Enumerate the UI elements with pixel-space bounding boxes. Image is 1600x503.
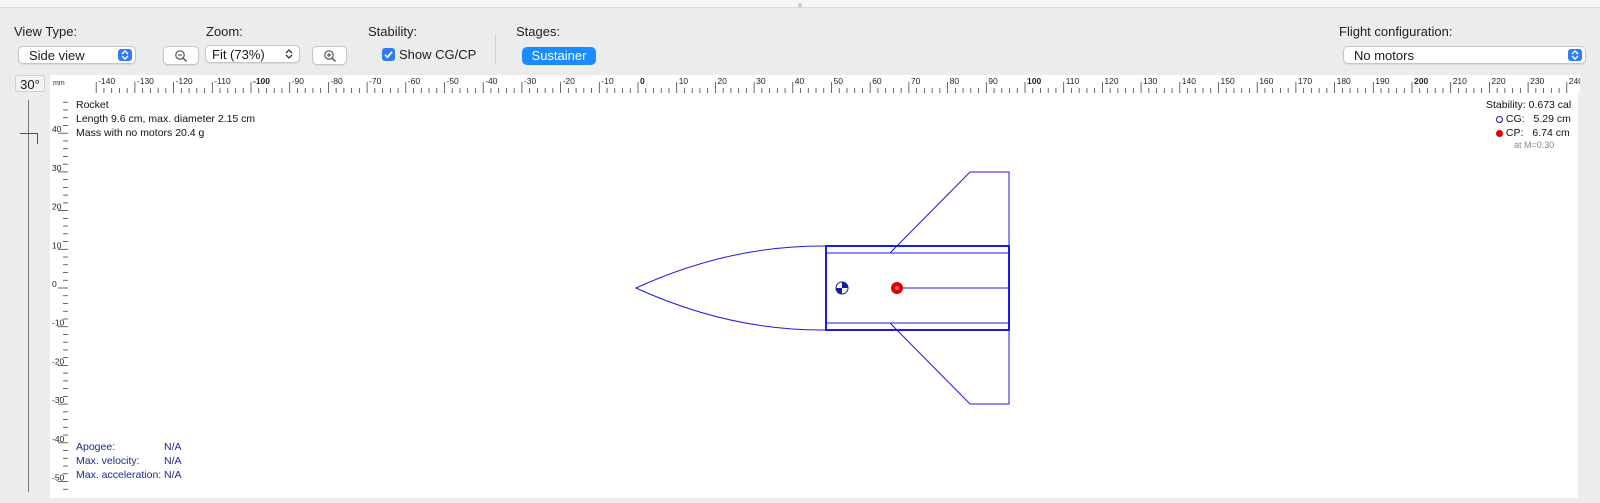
- max-velocity-label: Max. velocity:: [76, 455, 140, 467]
- rocket-figure: [634, 171, 1010, 405]
- cp-marker: [891, 282, 903, 294]
- cg-icon: [1496, 115, 1503, 123]
- cg-readout: CG: 5.29 cm: [1496, 112, 1571, 126]
- cg-value: 5.29 cm: [1533, 113, 1571, 125]
- cp-value: 6.74 cm: [1532, 127, 1570, 139]
- flight-data-labels: Apogee: Max. velocity: Max. acceleration…: [76, 440, 161, 482]
- max-acceleration-label: Max. acceleration:: [76, 469, 162, 481]
- fin-upper: [889, 171, 1010, 254]
- cp-label: CP:: [1505, 127, 1524, 139]
- rocket-dimensions: Length 9.6 cm, max. diameter 2.15 cm: [76, 113, 256, 125]
- mach-note: at M=0.30: [1514, 140, 1555, 150]
- cp-icon: [1496, 129, 1503, 137]
- rocket-name: Rocket: [76, 99, 109, 111]
- rocket-mass: Mass with no motors 20.4 g: [76, 127, 205, 139]
- stability-readout: Stability: 0.673 cal: [1486, 98, 1571, 112]
- cp-readout: CP: 6.74 cm: [1496, 126, 1570, 140]
- apogee-value: N/A: [164, 441, 182, 453]
- stability-info-value: 0.673 cal: [1528, 99, 1572, 111]
- flight-data-values: N/A N/A N/A: [164, 440, 182, 482]
- rocket-info: Rocket Length 9.6 cm, max. diameter 2.15…: [76, 98, 255, 140]
- max-velocity-value: N/A: [164, 455, 182, 467]
- cg-label: CG:: [1505, 113, 1525, 125]
- cg-marker: [835, 281, 849, 295]
- nose-cone: [634, 245, 827, 331]
- fin-lower: [889, 322, 1010, 405]
- max-acceleration-value: N/A: [164, 469, 182, 481]
- stability-info-label: Stability:: [1486, 99, 1526, 111]
- apogee-label: Apogee:: [76, 441, 116, 453]
